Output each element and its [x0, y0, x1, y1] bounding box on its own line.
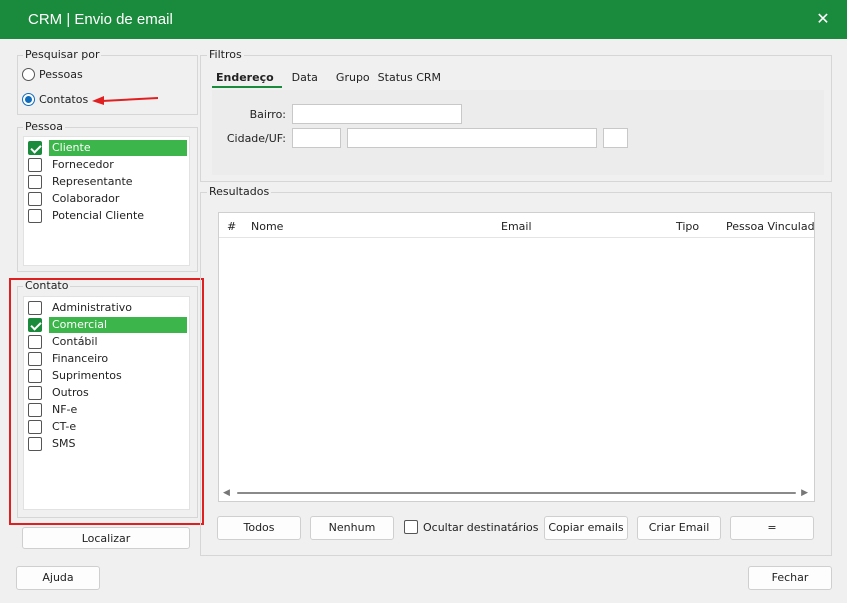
close-icon[interactable]: ✕: [813, 8, 833, 30]
bairro-label: Bairro:: [249, 108, 286, 121]
tab-status-crm[interactable]: Status CRM: [378, 70, 449, 88]
search-by-group: [17, 55, 198, 115]
pessoa-potencial-cliente-checkbox[interactable]: [28, 209, 42, 223]
results-table-header: # Nome Email Tipo Pessoa Vinculada: [219, 213, 814, 238]
fechar-button[interactable]: Fechar: [748, 566, 832, 590]
ocultar-destinatarios-toggle[interactable]: Ocultar destinatários: [404, 520, 538, 534]
cidade-uf-label: Cidade/UF:: [226, 132, 286, 145]
filtros-legend: Filtros: [207, 48, 244, 61]
equals-button[interactable]: =: [730, 516, 814, 540]
pessoa-item-fornecedor[interactable]: Fornecedor: [28, 157, 114, 173]
nenhum-button[interactable]: Nenhum: [310, 516, 394, 540]
pessoa-fornecedor-checkbox[interactable]: [28, 158, 42, 172]
ocultar-destinatarios-label: Ocultar destinatários: [423, 520, 539, 534]
scroll-left-icon[interactable]: ◀: [223, 488, 230, 498]
column-email[interactable]: Email: [501, 220, 532, 233]
filtros-tabs: Endereço Data Grupo Status CRM: [212, 70, 449, 88]
pessoa-item-potencial-cliente[interactable]: Potencial Cliente: [28, 208, 144, 224]
pessoa-cliente-checkbox[interactable]: [28, 141, 42, 155]
ocultar-destinatarios-checkbox[interactable]: [404, 520, 418, 534]
localizar-button[interactable]: Localizar: [22, 527, 190, 549]
pessoa-legend: Pessoa: [23, 120, 65, 133]
pessoa-representante-checkbox[interactable]: [28, 175, 42, 189]
results-table[interactable]: # Nome Email Tipo Pessoa Vinculada ◀ ▶: [218, 212, 815, 502]
horizontal-scrollbar[interactable]: ◀ ▶: [219, 485, 814, 501]
radio-contatos[interactable]: Contatos: [22, 93, 88, 106]
column-nome[interactable]: Nome: [251, 220, 283, 233]
pessoa-item-cliente[interactable]: Cliente: [28, 140, 187, 156]
pessoa-fornecedor-label: Fornecedor: [52, 158, 114, 171]
radio-pessoas-indicator[interactable]: [22, 68, 35, 81]
scroll-right-icon[interactable]: ▶: [801, 488, 808, 498]
radio-pessoas[interactable]: Pessoas: [22, 68, 83, 81]
pessoa-cliente-label: Cliente: [49, 140, 187, 156]
criar-email-button[interactable]: Criar Email: [637, 516, 721, 540]
pessoa-colaborador-checkbox[interactable]: [28, 192, 42, 206]
tab-endereco[interactable]: Endereço: [212, 70, 282, 88]
radio-contatos-indicator[interactable]: [22, 93, 35, 106]
tab-data[interactable]: Data: [282, 70, 326, 88]
cidade-code-input[interactable]: [292, 128, 341, 148]
column-tipo[interactable]: Tipo: [676, 220, 699, 233]
title-bar: CRM | Envio de email ✕: [0, 0, 847, 39]
pessoa-list: Cliente Fornecedor Representante Colabor…: [23, 136, 190, 266]
uf-input[interactable]: [603, 128, 628, 148]
pessoa-item-representante[interactable]: Representante: [28, 174, 133, 190]
radio-contatos-label: Contatos: [39, 93, 89, 106]
copiar-emails-button[interactable]: Copiar emails: [544, 516, 628, 540]
column-index[interactable]: #: [227, 220, 236, 233]
tab-grupo[interactable]: Grupo: [326, 70, 378, 88]
scrollbar-thumb[interactable]: [237, 492, 796, 494]
pessoa-item-colaborador[interactable]: Colaborador: [28, 191, 119, 207]
todos-button[interactable]: Todos: [217, 516, 301, 540]
pessoa-potencial-cliente-label: Potencial Cliente: [52, 209, 145, 222]
bairro-input[interactable]: [292, 104, 462, 124]
pessoa-representante-label: Representante: [52, 175, 133, 188]
resultados-legend: Resultados: [207, 185, 272, 198]
search-by-legend: Pesquisar por: [23, 48, 102, 61]
ajuda-button[interactable]: Ajuda: [16, 566, 100, 590]
annotation-highlight-box: [9, 278, 204, 525]
radio-pessoas-label: Pessoas: [39, 68, 83, 81]
pessoa-colaborador-label: Colaborador: [52, 192, 120, 205]
cidade-name-input[interactable]: [347, 128, 597, 148]
window-title: CRM | Envio de email: [28, 11, 173, 28]
annotation-arrow-icon: [92, 96, 159, 105]
column-pessoa-vinculada[interactable]: Pessoa Vinculada: [726, 220, 814, 233]
